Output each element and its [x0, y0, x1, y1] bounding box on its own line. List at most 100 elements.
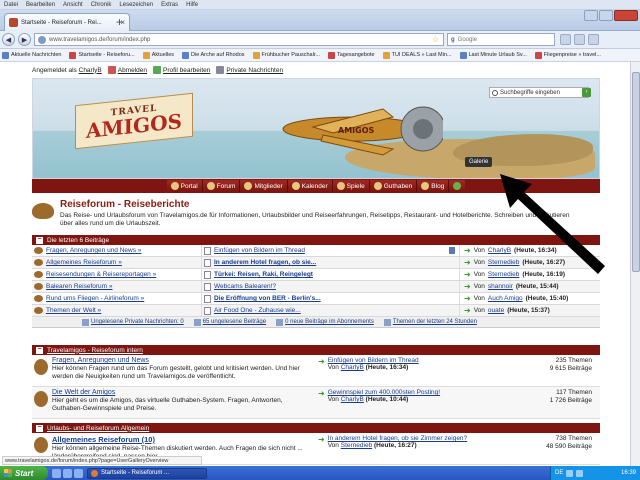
- user-link[interactable]: CharlyB: [341, 364, 364, 371]
- collapse-toggle-icon[interactable]: −: [36, 424, 43, 432]
- nav-forum[interactable]: Forum: [202, 180, 241, 192]
- forum-link[interactable]: Reisesendungen & Reisereportagen »: [46, 271, 156, 278]
- menu-bar: Datei Bearbeiten Ansicht Chronik Lesezei…: [0, 0, 640, 10]
- bookmark-item[interactable]: TUI DEALS » Last Min...: [382, 51, 452, 59]
- menu-bearbeiten[interactable]: Bearbeiten: [26, 2, 55, 8]
- banner-search-input[interactable]: Suchbegriffe eingeben: [489, 87, 589, 98]
- collapse-toggle-icon[interactable]: −: [36, 346, 43, 354]
- bookmark-star-icon[interactable]: ☆: [432, 35, 439, 44]
- thread-link[interactable]: In anderem Hotel fragen, ob sie...: [214, 259, 316, 266]
- menu-ansicht[interactable]: Ansicht: [63, 2, 83, 8]
- firefox-icon: [91, 469, 98, 477]
- url-bar[interactable]: www.travelamigos.de/forum/index.php ☆: [34, 33, 444, 46]
- search-submit-button[interactable]: ›: [582, 88, 591, 97]
- last-thread-link[interactable]: In anderem Hotel fragen, ob sie Zimmer z…: [328, 435, 467, 442]
- collapse-toggle-icon[interactable]: −: [36, 236, 43, 244]
- language-indicator[interactable]: DE: [555, 470, 563, 476]
- menu-hilfe[interactable]: Hilfe: [186, 2, 198, 8]
- games-icon: [336, 182, 345, 190]
- thread-link[interactable]: Air Food One - Zuhause wie...: [214, 307, 301, 314]
- forum-link[interactable]: Rund ums Fliegen - Airlineforum »: [46, 295, 144, 302]
- vertical-scrollbar[interactable]: [630, 62, 640, 466]
- bookmark-item[interactable]: Tagesangebote: [327, 51, 375, 59]
- user-link[interactable]: shannoir: [488, 283, 513, 290]
- minimize-button[interactable]: [584, 10, 598, 21]
- browser-tab[interactable]: Startseite - Reiseforum - Rei... ×: [4, 13, 130, 31]
- download-icon[interactable]: [588, 34, 599, 45]
- last-thread-link[interactable]: Gewinnspiel zum 400.000sten Posting!: [328, 389, 440, 396]
- go-to-post-icon[interactable]: ➜: [464, 306, 471, 315]
- maximize-button[interactable]: [599, 10, 613, 21]
- bookmark-item[interactable]: Aktuelle Nachrichten: [2, 51, 61, 59]
- menu-chronik[interactable]: Chronik: [91, 2, 112, 8]
- menu-datei[interactable]: Datei: [4, 2, 18, 8]
- user-link[interactable]: Sternedieb: [341, 442, 372, 449]
- username-link[interactable]: CharlyB: [79, 67, 102, 74]
- menu-lesezeichen[interactable]: Lesezeichen: [119, 2, 153, 8]
- quick-launch-icon[interactable]: [74, 468, 83, 478]
- go-to-post-icon[interactable]: ➜: [464, 246, 471, 255]
- last-thread-link[interactable]: Einfügen von Bildern im Thread: [328, 357, 419, 364]
- taskbar-item-firefox[interactable]: Startseite - Reiseforum ...: [87, 467, 207, 479]
- tray-icon[interactable]: [576, 469, 584, 477]
- unread-pm-link[interactable]: Ungelesene Private Nachrichten: 0: [82, 318, 184, 326]
- user-link[interactable]: Auch Amigo: [488, 295, 523, 302]
- go-to-post-icon[interactable]: ➜: [318, 357, 325, 386]
- new-tab-button[interactable]: +: [116, 16, 123, 28]
- quick-launch-icon[interactable]: [63, 468, 72, 478]
- thread-link[interactable]: Türkei: Reisen, Raki, Reingelegt: [214, 271, 313, 278]
- forum-icon: [34, 271, 43, 278]
- subscriptions-link[interactable]: 0 neue Beiträge im Abonnements: [276, 318, 374, 326]
- go-to-post-icon[interactable]: ➜: [464, 294, 471, 303]
- bookmark-item[interactable]: Last Minute Urlaub Sv...: [459, 51, 527, 59]
- go-to-post-icon[interactable]: ➜: [464, 282, 471, 291]
- nav-mitglieder[interactable]: Mitglieder: [240, 180, 288, 192]
- close-window-button[interactable]: [614, 10, 638, 21]
- nav-blog[interactable]: Blog: [417, 180, 450, 192]
- nav-guthaben[interactable]: Guthaben: [369, 180, 418, 192]
- bookmark-item[interactable]: Fliegenpreise » travel...: [534, 51, 601, 59]
- unread-posts-link[interactable]: 65 ungelesene Beiträge: [193, 318, 266, 326]
- edit-profile-link[interactable]: Profil bearbeiten: [153, 66, 210, 74]
- bookmark-item[interactable]: Die Arche auf Rhodos: [182, 51, 245, 59]
- forward-button[interactable]: ▶: [18, 33, 31, 46]
- back-button[interactable]: ◀: [2, 33, 15, 46]
- forum-link[interactable]: Themen der Welt »: [46, 307, 101, 314]
- scrollbar-thumb[interactable]: [632, 72, 640, 272]
- bookmark-item[interactable]: Frühbucher Pauschalr...: [252, 51, 320, 59]
- bookmark-icon: [252, 51, 260, 59]
- menu-extras[interactable]: Extras: [161, 2, 178, 8]
- quick-launch-icon[interactable]: [52, 468, 61, 478]
- go-to-post-icon[interactable]: ➜: [464, 270, 471, 279]
- user-link[interactable]: CharlyB: [341, 396, 364, 403]
- forum-title-link[interactable]: Fragen, Anregungen und News: [52, 357, 149, 364]
- search-bar[interactable]: g Google: [447, 33, 555, 46]
- forum-title-link[interactable]: Allgemeines Reiseforum (10): [52, 435, 155, 444]
- go-to-post-icon[interactable]: ➜: [318, 389, 325, 418]
- nav-spiele[interactable]: Spiele: [332, 180, 370, 192]
- category-title[interactable]: Urlaubs- und Reiseforum Allgemein: [47, 425, 149, 432]
- category-title[interactable]: Travelamigos - Reiseforum intern: [47, 347, 143, 354]
- go-to-post-icon[interactable]: ➜: [464, 258, 471, 267]
- home-icon[interactable]: [574, 34, 585, 45]
- private-messages-link[interactable]: Private Nachrichten: [216, 66, 283, 74]
- forum-link[interactable]: Fragen, Anregungen und News »: [46, 247, 141, 254]
- nav-portal[interactable]: Portal: [166, 180, 203, 192]
- user-link[interactable]: ouate: [488, 307, 504, 314]
- bookmark-item[interactable]: Startseite - Reiseforu...: [69, 51, 135, 59]
- forum-link[interactable]: Allgemeines Reiseforum »: [46, 259, 122, 266]
- start-button[interactable]: Start: [0, 466, 48, 480]
- addon-icon[interactable]: [560, 34, 571, 45]
- logout-link[interactable]: Abmelden: [107, 66, 147, 74]
- thread-link[interactable]: Einfügen von Bildern im Thread: [214, 247, 305, 254]
- last-24h-link[interactable]: Themen der letzten 24 Stunden: [383, 318, 477, 326]
- bookmark-item[interactable]: Aktuelles: [142, 51, 174, 59]
- thread-link[interactable]: Die Eröffnung von BER - Berlin's...: [214, 295, 321, 302]
- nav-gallery[interactable]: [449, 180, 466, 192]
- forum-link[interactable]: Balearen Reiseforum »: [46, 283, 112, 290]
- forum-title-link[interactable]: Die Welt der Amigos: [52, 389, 115, 396]
- nav-kalender[interactable]: Kalender: [287, 180, 333, 192]
- tray-icon[interactable]: [566, 469, 574, 477]
- go-to-post-icon[interactable]: ➜: [318, 435, 325, 464]
- thread-link[interactable]: Webcams Balearen!?: [214, 283, 276, 290]
